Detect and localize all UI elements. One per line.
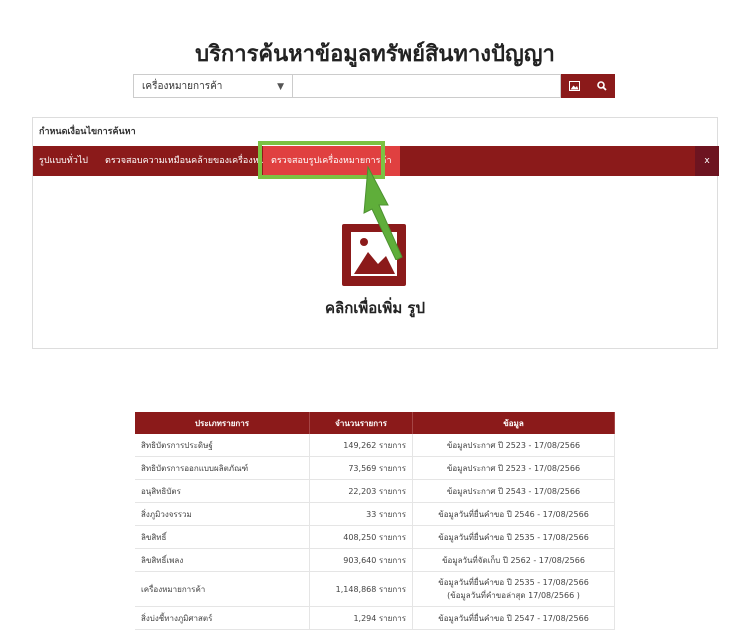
pointer-arrow-icon xyxy=(363,165,403,260)
row-type: ลิขสิทธิ์ xyxy=(135,525,310,549)
row-info: ข้อมูลวันที่ยื่นคำขอ ปี 2547 - 17/08/256… xyxy=(412,606,615,630)
table-row: เครื่องหมายการค้า 1,148,868 รายการ ข้อมู… xyxy=(135,571,615,607)
column-header-info: ข้อมูล xyxy=(412,412,615,434)
search-input[interactable] xyxy=(293,74,561,98)
row-type: ลิขสิทธิ์เพลง xyxy=(135,548,310,572)
close-button[interactable]: x xyxy=(695,146,719,176)
column-header-count: จำนวนรายการ xyxy=(309,412,413,434)
table-row: สิ่งบ่งชี้ทางภูมิศาสตร์ 1,294 รายการ ข้อ… xyxy=(135,606,615,630)
row-count: 149,262 รายการ xyxy=(309,434,413,457)
table-row: ลิขสิทธิ์ 408,250 รายการ ข้อมูลวันที่ยื่… xyxy=(135,525,615,549)
table-row: สิทธิบัตรการประดิษฐ์ 149,262 รายการ ข้อม… xyxy=(135,434,615,457)
row-info: ข้อมูลวันที่ยื่นคำขอ ปี 2535 - 17/08/256… xyxy=(412,571,615,607)
table-row: สิทธิบัตรการออกแบบผลิตภัณฑ์ 73,569 รายกา… xyxy=(135,456,615,480)
row-count: 22,203 รายการ xyxy=(309,479,413,503)
row-count: 33 รายการ xyxy=(309,502,413,526)
row-info: ข้อมูลวันที่ยื่นคำขอ ปี 2546 - 17/08/256… xyxy=(412,502,615,526)
column-header-type: ประเภทรายการ xyxy=(135,412,310,434)
search-bar: เครื่องหมายการค้า ▼ xyxy=(133,74,615,100)
search-type-value: เครื่องหมายการค้า xyxy=(142,81,223,92)
row-info-note: (ข้อมูลวันที่คำขอล่าสุด 17/08/2566 ) xyxy=(447,591,580,600)
row-info: ข้อมูลประกาศ ปี 2523 - 17/08/2566 xyxy=(412,456,615,480)
row-type: อนุสิทธิบัตร xyxy=(135,479,310,503)
search-type-select[interactable]: เครื่องหมายการค้า ▼ xyxy=(133,74,293,98)
row-type: เครื่องหมายการค้า xyxy=(135,571,310,607)
row-info: ข้อมูลประกาศ ปี 2523 - 17/08/2566 xyxy=(412,434,615,457)
chevron-down-icon: ▼ xyxy=(277,82,284,92)
image-search-button[interactable] xyxy=(561,74,589,98)
row-info: ข้อมูลวันที่จัดเก็บ ปี 2562 - 17/08/2566 xyxy=(412,548,615,572)
row-count: 1,148,868 รายการ xyxy=(309,571,413,607)
row-count: 1,294 รายการ xyxy=(309,606,413,630)
statistics-table: ประเภทรายการ จำนวนรายการ ข้อมูล สิทธิบัต… xyxy=(135,412,615,630)
image-icon xyxy=(569,81,580,91)
search-button[interactable] xyxy=(588,74,615,98)
tab-similarity-check[interactable]: ตรวจสอบความเหมือนคล้ายของเครื่องหมาย xyxy=(105,146,275,176)
row-info: ข้อมูลวันที่ยื่นคำขอ ปี 2535 - 17/08/256… xyxy=(412,525,615,549)
table-row: อนุสิทธิบัตร 22,203 รายการ ข้อมูลประกาศ … xyxy=(135,479,615,503)
row-type: สิ่งภูมิวงจรรวม xyxy=(135,502,310,526)
table-header-row: ประเภทรายการ จำนวนรายการ ข้อมูล xyxy=(135,412,615,434)
row-type: สิทธิบัตรการประดิษฐ์ xyxy=(135,434,310,457)
row-type: สิ่งบ่งชี้ทางภูมิศาสตร์ xyxy=(135,606,310,630)
search-icon xyxy=(596,81,607,91)
page-title: บริการค้นหาข้อมูลทรัพย์สินทางปัญญา xyxy=(195,42,555,67)
tab-general[interactable]: รูปแบบทั่วไป xyxy=(39,146,88,176)
row-info-line: ข้อมูลวันที่ยื่นคำขอ ปี 2535 - 17/08/256… xyxy=(438,578,589,587)
row-count: 408,250 รายการ xyxy=(309,525,413,549)
upload-image-label[interactable]: คลิกเพื่อเพิ่ม รูป xyxy=(0,296,750,320)
row-count: 73,569 รายการ xyxy=(309,456,413,480)
table-row: ลิขสิทธิ์เพลง 903,640 รายการ ข้อมูลวันที… xyxy=(135,548,615,572)
row-count: 903,640 รายการ xyxy=(309,548,413,572)
row-info: ข้อมูลประกาศ ปี 2543 - 17/08/2566 xyxy=(412,479,615,503)
row-type: สิทธิบัตรการออกแบบผลิตภัณฑ์ xyxy=(135,456,310,480)
table-row: สิ่งภูมิวงจรรวม 33 รายการ ข้อมูลวันที่ยื… xyxy=(135,502,615,526)
